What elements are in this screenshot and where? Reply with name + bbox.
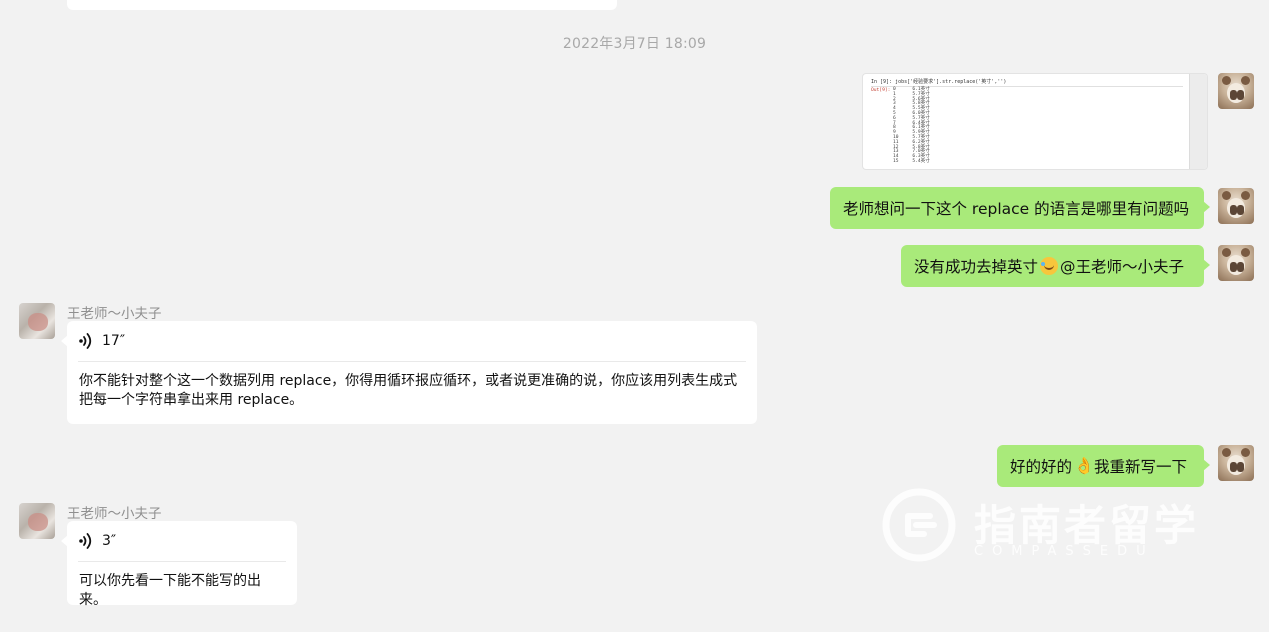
teacher-avatar[interactable] [19,503,55,539]
voice-duration: 17″ [102,333,126,349]
self-message-bubble[interactable]: 好的好的 👌 我重新写一下 [997,445,1210,487]
message-text: 没有成功去掉英寸 [914,258,1039,276]
self-avatar[interactable] [1218,245,1254,281]
voice-message-bubble[interactable]: 17″ 你不能针对整个这一个数据列用 replace，你得用循环报应循环，或者说… [61,321,757,424]
compass-logo-icon [882,488,956,562]
self-message-bubble[interactable]: 没有成功去掉英寸 @王老师～小夫子 [901,245,1210,287]
chat-timestamp: 2022年3月7日 18:09 [562,36,707,52]
rofl-emoji-icon [1040,257,1059,275]
message-text: 我重新写一下 [1094,458,1188,476]
self-avatar[interactable] [1218,188,1254,224]
ok-hand-emoji-icon: 👌 [1074,456,1094,475]
self-avatar[interactable] [1218,445,1254,481]
message-text: 好的好的 [1010,458,1073,476]
voice-player[interactable]: 17″ [67,321,757,361]
voice-player[interactable]: 3″ [67,521,297,561]
voice-wave-icon [79,333,92,349]
voice-wave-icon [79,533,92,549]
voice-duration: 3″ [102,533,117,549]
self-message-bubble[interactable]: 老师想问一下这个 replace 的语言是哪里有问题吗 [830,187,1210,229]
watermark: 指南者留学 COMPASSEDU [882,488,1202,568]
mention-text: @王老师～小夫子 [1060,258,1185,276]
voice-message-bubble[interactable]: 3″ 可以你先看一下能不能写的出来。 [61,521,297,608]
watermark-subtitle: COMPASSEDU [974,544,1155,559]
teacher-avatar[interactable] [19,303,55,339]
voice-transcript: 可以你先看一下能不能写的出来。 [79,573,261,608]
image-scrollbar [1189,74,1207,169]
message-text: 老师想问一下这个 replace 的语言是哪里有问题吗 [843,200,1190,218]
code-output-rows: 0 6.1英寸 1 5.7英寸 2 5.6英寸 3 5.8英寸 4 5.5英寸 … [893,87,930,164]
code-output-label: Out[9]: [871,88,891,93]
sender-name: 王老师～小夫子 [67,506,162,522]
voice-transcript: 你不能针对整个这一个数据列用 replace，你得用循环报应循环，或者说更准确的… [79,373,738,408]
self-avatar[interactable] [1218,73,1254,109]
sender-name: 王老师～小夫子 [67,306,162,322]
code-input-line: In [9]: jobs['经验要求'].str.replace('英寸',''… [871,79,1007,85]
previous-message-bubble [67,0,617,10]
code-screenshot-image[interactable]: In [9]: jobs['经验要求'].str.replace('英寸',''… [862,73,1208,170]
